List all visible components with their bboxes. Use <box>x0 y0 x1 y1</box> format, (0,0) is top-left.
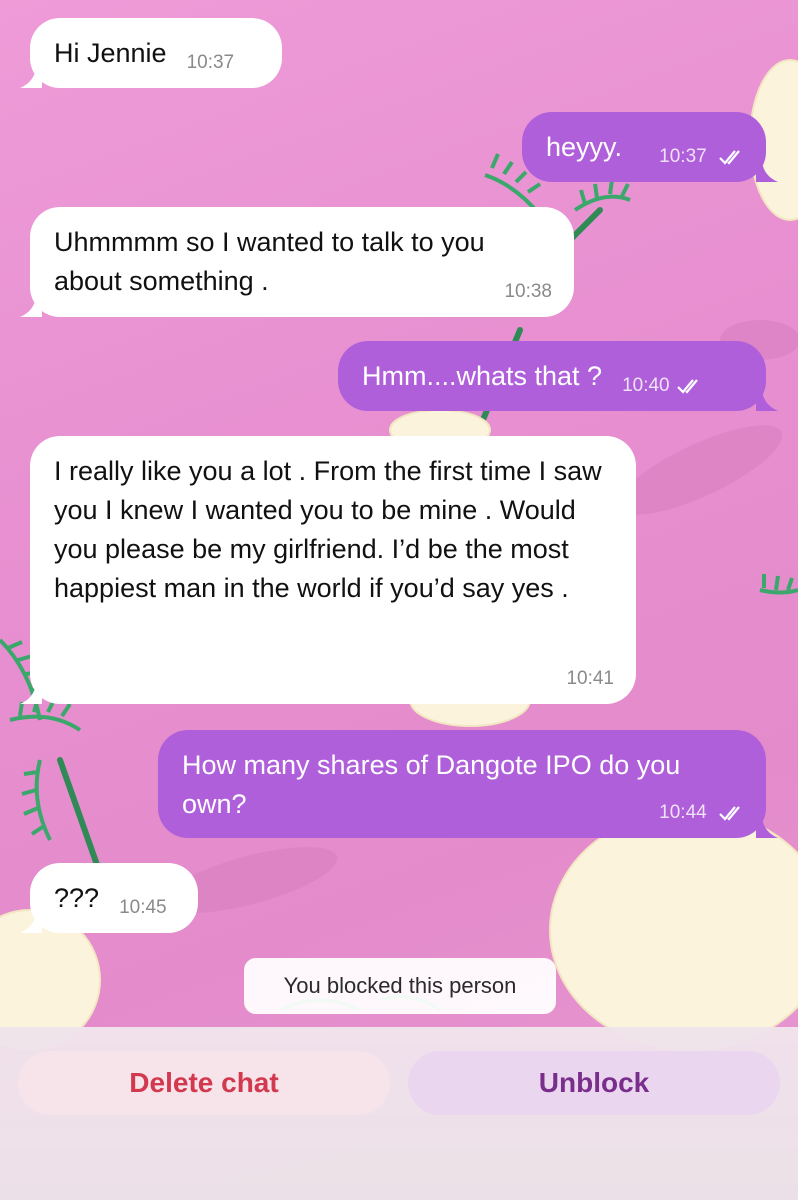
bubble-tail-icon <box>20 68 42 88</box>
message-bubble[interactable]: Hmm....whats that ? 10:40 <box>338 341 766 411</box>
unblock-button[interactable]: Unblock <box>408 1051 780 1115</box>
message-text: Uhmmmm so I wanted to talk to you about … <box>54 227 485 296</box>
read-double-check-icon <box>676 379 698 394</box>
delete-chat-button[interactable]: Delete chat <box>18 1051 390 1115</box>
message-text: How many shares of Dangote IPO do you ow… <box>182 750 681 819</box>
message-text: Hmm....whats that ? <box>362 361 603 391</box>
message-time: 10:37 <box>659 146 707 167</box>
message-time: 10:37 <box>186 52 235 73</box>
message-time: 10:45 <box>119 897 167 918</box>
message-time: 10:38 <box>504 281 552 302</box>
message-text: ??? <box>54 883 100 913</box>
read-double-check-icon <box>719 150 740 165</box>
message-bubble[interactable]: How many shares of Dangote IPO do you ow… <box>158 730 766 838</box>
message-meta: 10:44 <box>659 802 744 824</box>
bubble-tail-icon <box>756 391 778 411</box>
blocked-actions-bar: Delete chat Unblock <box>0 1027 798 1200</box>
message-meta: 10:40 <box>622 375 702 397</box>
read-double-check-icon <box>719 806 740 821</box>
message-bubble[interactable]: ??? 10:45 <box>30 863 198 933</box>
message-time: 10:40 <box>622 375 670 396</box>
message-time: 10:44 <box>659 802 707 823</box>
bubble-tail-icon <box>756 162 778 182</box>
message-bubble[interactable]: Uhmmmm so I wanted to talk to you about … <box>30 207 574 317</box>
message-bubble[interactable]: heyyy. 10:37 <box>522 112 766 182</box>
message-text: I really like you a lot . From the first… <box>54 456 602 603</box>
message-time: 10:41 <box>566 668 614 689</box>
bubble-tail-icon <box>20 297 42 317</box>
bubble-tail-icon <box>20 684 42 704</box>
message-bubble[interactable]: I really like you a lot . From the first… <box>30 436 636 704</box>
message-bubble[interactable]: Hi Jennie 10:37 <box>30 18 282 88</box>
bubble-tail-icon <box>20 913 42 933</box>
bubble-tail-icon <box>756 818 778 838</box>
message-text: Hi Jennie <box>54 38 167 68</box>
blocked-notice: You blocked this person <box>244 958 556 1014</box>
message-meta: 10:37 <box>659 146 744 168</box>
